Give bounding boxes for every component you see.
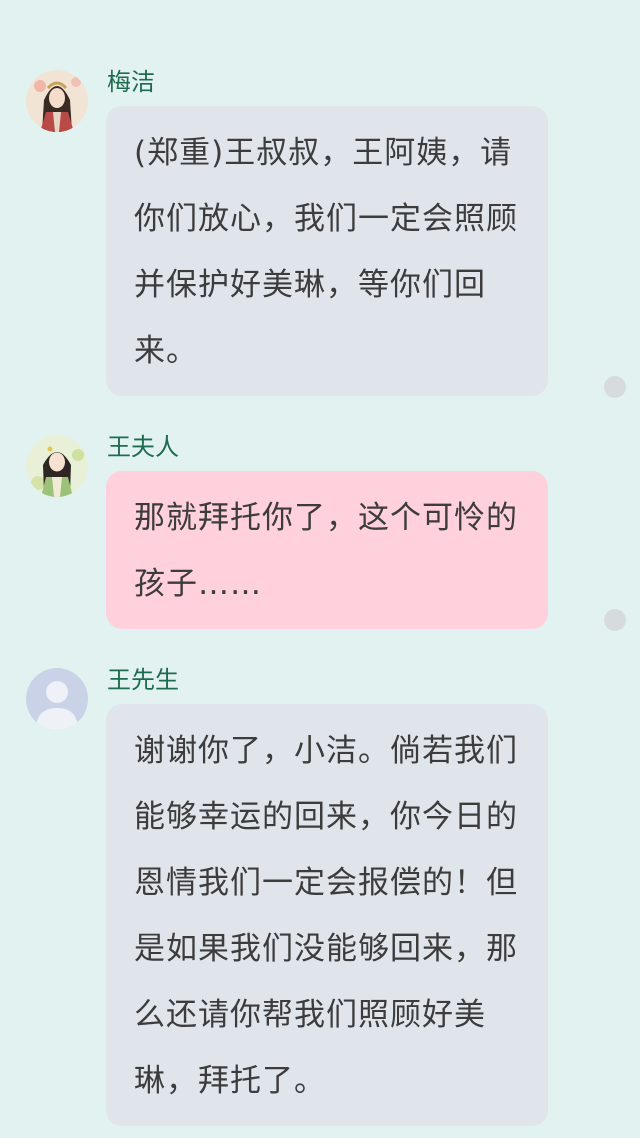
message-status-dot <box>604 376 626 398</box>
sender-name: 梅洁 <box>107 68 155 96</box>
message-bubble[interactable]: (郑重)王叔叔，王阿姨，请你们放心，我们一定会照顾并保护好美琳，等你们回来。 <box>106 106 548 396</box>
chat-scroll-area[interactable]: 梅洁 (郑重)王叔叔，王阿姨，请你们放心，我们一定会照顾并保护好美琳，等你们回来… <box>0 0 640 1138</box>
message-bubble[interactable]: 谢谢你了，小洁。倘若我们能够幸运的回来，你今日的恩情我们一定会报偿的！但是如果我… <box>106 704 548 1126</box>
message-status-dot <box>604 609 626 631</box>
default-user-avatar-icon[interactable] <box>26 668 88 730</box>
sender-name: 王夫人 <box>107 433 179 461</box>
sender-name: 王先生 <box>107 666 179 694</box>
message-bubble[interactable]: 那就拜托你了，这个可怜的孩子…… <box>106 471 548 629</box>
woman-portrait-avatar-icon[interactable] <box>26 70 88 132</box>
lady-portrait-avatar-icon[interactable] <box>26 435 88 497</box>
